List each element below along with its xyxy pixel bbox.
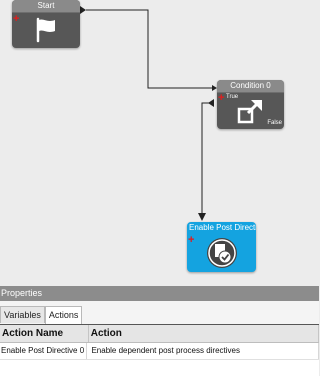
add-icon[interactable]: + bbox=[218, 93, 224, 104]
document-check-icon bbox=[207, 238, 237, 268]
cell-action: Enable dependent post process directives bbox=[87, 343, 319, 359]
condition-node-title: Condition 0 bbox=[217, 80, 284, 93]
workflow-canvas[interactable]: Start + Condition 0 + True False Enable … bbox=[0, 0, 319, 286]
start-node[interactable]: Start + bbox=[12, 0, 80, 48]
column-header-action-name[interactable]: Action Name bbox=[0, 325, 89, 342]
enable-post-directive-node[interactable]: Enable Post Directi + bbox=[187, 222, 256, 272]
action-node-title: Enable Post Directi bbox=[189, 223, 256, 232]
arrowhead-action-in bbox=[198, 213, 206, 221]
properties-panel: Properties Variables Actions Action Name… bbox=[0, 286, 319, 376]
add-icon[interactable]: + bbox=[13, 14, 19, 25]
start-node-title: Start bbox=[12, 0, 80, 13]
tab-actions[interactable]: Actions bbox=[44, 306, 83, 324]
add-icon[interactable]: + bbox=[188, 235, 194, 246]
arrowhead-start-out bbox=[80, 6, 86, 14]
properties-header: Properties bbox=[0, 286, 319, 301]
table-header: Action Name Action bbox=[0, 325, 319, 343]
flag-icon bbox=[36, 17, 55, 43]
cell-action-name: Enable Post Directive 0 bbox=[0, 343, 88, 359]
column-header-action[interactable]: Action bbox=[89, 325, 319, 342]
false-port-label[interactable]: False bbox=[267, 120, 282, 126]
connector-condition-action bbox=[201, 102, 214, 218]
arrow-expand-icon bbox=[237, 99, 262, 124]
properties-tabs: Variables Actions bbox=[0, 306, 83, 324]
tab-variables[interactable]: Variables bbox=[0, 306, 45, 323]
condition-node[interactable]: Condition 0 + True False bbox=[217, 80, 284, 129]
connector-start-condition bbox=[86, 9, 212, 89]
arrowhead-true-out bbox=[208, 99, 214, 107]
table-row[interactable]: Enable Post Directive 0 Enable dependent… bbox=[0, 343, 319, 360]
actions-table: Action Name Action Enable Post Directive… bbox=[0, 324, 319, 376]
